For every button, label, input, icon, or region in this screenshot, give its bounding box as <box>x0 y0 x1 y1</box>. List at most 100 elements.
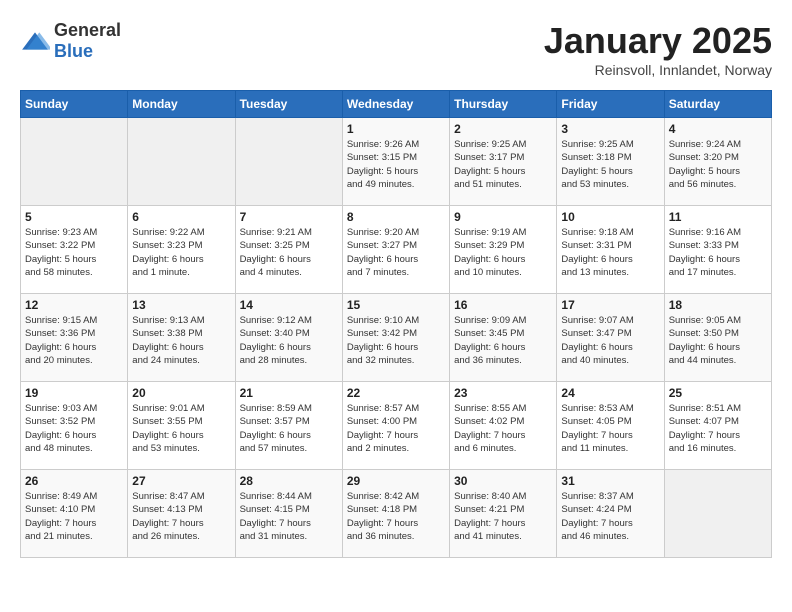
calendar-cell: 11 Sunrise: 9:16 AM Sunset: 3:33 PM Dayli… <box>664 206 771 294</box>
cell-content: Sunrise: 9:20 AM Sunset: 3:27 PM Dayligh… <box>347 226 445 279</box>
calendar-cell: 24Sunrise: 8:53 AM Sunset: 4:05 PM Dayli… <box>557 382 664 470</box>
day-number: 9 <box>454 210 552 224</box>
day-number: 20 <box>132 386 230 400</box>
day-number: 24 <box>561 386 659 400</box>
weekday-header-sunday: Sunday <box>21 91 128 118</box>
calendar-cell: 20 Sunrise: 9:01 AM Sunset: 3:55 PM Dayli… <box>128 382 235 470</box>
weekday-header-row: SundayMondayTuesdayWednesdayThursdayFrid… <box>21 91 772 118</box>
day-number: 31 <box>561 474 659 488</box>
cell-content: Sunrise: 9:26 AM Sunset: 3:15 PM Dayligh… <box>347 138 445 191</box>
cell-content: Sunrise: 9:15 AM Sunset: 3:36 PM Dayligh… <box>25 314 123 367</box>
cell-content: Sunrise: 9:09 AM Sunset: 3:45 PM Dayligh… <box>454 314 552 367</box>
cell-content: Sunrise: 9:24 AM Sunset: 3:20 PM Dayligh… <box>669 138 767 191</box>
cell-content: Sunrise: 8:59 AM Sunset: 3:57 PM Dayligh… <box>240 402 338 455</box>
calendar-cell: 8 Sunrise: 9:20 AM Sunset: 3:27 PM Daylig… <box>342 206 449 294</box>
cell-content: Sunrise: 9:16 AM Sunset: 3:33 PM Dayligh… <box>669 226 767 279</box>
day-number: 11 <box>669 210 767 224</box>
calendar-cell: 27 Sunrise: 8:47 AM Sunset: 4:13 PM Dayli… <box>128 470 235 558</box>
logo-general: General <box>54 20 121 40</box>
day-number: 6 <box>132 210 230 224</box>
day-number: 14 <box>240 298 338 312</box>
cell-content: Sunrise: 9:12 AM Sunset: 3:40 PM Dayligh… <box>240 314 338 367</box>
calendar-cell: 31 Sunrise: 8:37 AM Sunset: 4:24 PM Dayli… <box>557 470 664 558</box>
calendar-cell: 12 Sunrise: 9:15 AM Sunset: 3:36 PM Dayli… <box>21 294 128 382</box>
weekday-header-wednesday: Wednesday <box>342 91 449 118</box>
calendar-cell: 19 Sunrise: 9:03 AM Sunset: 3:52 PM Dayli… <box>21 382 128 470</box>
calendar-cell: 6 Sunrise: 9:22 AM Sunset: 3:23 PM Daylig… <box>128 206 235 294</box>
day-number: 4 <box>669 122 767 136</box>
cell-content: Sunrise: 9:25 AM Sunset: 3:18 PM Dayligh… <box>561 138 659 191</box>
logo-icon <box>20 31 50 51</box>
calendar-cell: 9 Sunrise: 9:19 AM Sunset: 3:29 PM Daylig… <box>450 206 557 294</box>
month-title: January 2025 <box>544 20 772 62</box>
calendar-table: SundayMondayTuesdayWednesdayThursdayFrid… <box>20 90 772 558</box>
cell-content: Sunrise: 9:23 AM Sunset: 3:22 PM Dayligh… <box>25 226 123 279</box>
calendar-cell <box>664 470 771 558</box>
day-number: 8 <box>347 210 445 224</box>
calendar-cell: 29Sunrise: 8:42 AM Sunset: 4:18 PM Dayli… <box>342 470 449 558</box>
day-number: 16 <box>454 298 552 312</box>
calendar-cell: 7Sunrise: 9:21 AM Sunset: 3:25 PM Daylig… <box>235 206 342 294</box>
day-number: 19 <box>25 386 123 400</box>
calendar-cell: 2Sunrise: 9:25 AM Sunset: 3:17 PM Daylig… <box>450 118 557 206</box>
day-number: 15 <box>347 298 445 312</box>
calendar-cell <box>128 118 235 206</box>
day-number: 27 <box>132 474 230 488</box>
calendar-cell: 1 Sunrise: 9:26 AM Sunset: 3:15 PM Daylig… <box>342 118 449 206</box>
logo: General Blue <box>20 20 121 62</box>
day-number: 23 <box>454 386 552 400</box>
day-number: 10 <box>561 210 659 224</box>
cell-content: Sunrise: 9:03 AM Sunset: 3:52 PM Dayligh… <box>25 402 123 455</box>
cell-content: Sunrise: 9:13 AM Sunset: 3:38 PM Dayligh… <box>132 314 230 367</box>
calendar-cell: 15 Sunrise: 9:10 AM Sunset: 3:42 PM Dayli… <box>342 294 449 382</box>
day-number: 30 <box>454 474 552 488</box>
calendar-cell: 3Sunrise: 9:25 AM Sunset: 3:18 PM Daylig… <box>557 118 664 206</box>
cell-content: Sunrise: 9:01 AM Sunset: 3:55 PM Dayligh… <box>132 402 230 455</box>
weekday-header-friday: Friday <box>557 91 664 118</box>
calendar-cell: 17 Sunrise: 9:07 AM Sunset: 3:47 PM Dayli… <box>557 294 664 382</box>
day-number: 12 <box>25 298 123 312</box>
cell-content: Sunrise: 8:44 AM Sunset: 4:15 PM Dayligh… <box>240 490 338 543</box>
cell-content: Sunrise: 8:51 AM Sunset: 4:07 PM Dayligh… <box>669 402 767 455</box>
day-number: 5 <box>25 210 123 224</box>
calendar-cell: 30Sunrise: 8:40 AM Sunset: 4:21 PM Dayli… <box>450 470 557 558</box>
weekday-header-thursday: Thursday <box>450 91 557 118</box>
calendar-week-4: 19 Sunrise: 9:03 AM Sunset: 3:52 PM Dayli… <box>21 382 772 470</box>
cell-content: Sunrise: 9:19 AM Sunset: 3:29 PM Dayligh… <box>454 226 552 279</box>
calendar-week-2: 5 Sunrise: 9:23 AM Sunset: 3:22 PM Daylig… <box>21 206 772 294</box>
day-number: 1 <box>347 122 445 136</box>
cell-content: Sunrise: 8:49 AM Sunset: 4:10 PM Dayligh… <box>25 490 123 543</box>
title-area: January 2025 Reinsvoll, Innlandet, Norwa… <box>544 20 772 78</box>
cell-content: Sunrise: 9:10 AM Sunset: 3:42 PM Dayligh… <box>347 314 445 367</box>
calendar-cell: 5 Sunrise: 9:23 AM Sunset: 3:22 PM Daylig… <box>21 206 128 294</box>
day-number: 28 <box>240 474 338 488</box>
cell-content: Sunrise: 8:42 AM Sunset: 4:18 PM Dayligh… <box>347 490 445 543</box>
calendar-cell: 26Sunrise: 8:49 AM Sunset: 4:10 PM Dayli… <box>21 470 128 558</box>
day-number: 17 <box>561 298 659 312</box>
calendar-cell: 22Sunrise: 8:57 AM Sunset: 4:00 PM Dayli… <box>342 382 449 470</box>
cell-content: Sunrise: 9:05 AM Sunset: 3:50 PM Dayligh… <box>669 314 767 367</box>
calendar-cell: 25 Sunrise: 8:51 AM Sunset: 4:07 PM Dayli… <box>664 382 771 470</box>
cell-content: Sunrise: 9:18 AM Sunset: 3:31 PM Dayligh… <box>561 226 659 279</box>
calendar-cell: 13 Sunrise: 9:13 AM Sunset: 3:38 PM Dayli… <box>128 294 235 382</box>
weekday-header-saturday: Saturday <box>664 91 771 118</box>
header-area: General Blue January 2025 Reinsvoll, Inn… <box>20 20 772 78</box>
cell-content: Sunrise: 9:22 AM Sunset: 3:23 PM Dayligh… <box>132 226 230 279</box>
day-number: 13 <box>132 298 230 312</box>
cell-content: Sunrise: 8:37 AM Sunset: 4:24 PM Dayligh… <box>561 490 659 543</box>
calendar-week-3: 12 Sunrise: 9:15 AM Sunset: 3:36 PM Dayli… <box>21 294 772 382</box>
calendar-cell: 10 Sunrise: 9:18 AM Sunset: 3:31 PM Dayli… <box>557 206 664 294</box>
weekday-header-monday: Monday <box>128 91 235 118</box>
subtitle: Reinsvoll, Innlandet, Norway <box>544 62 772 78</box>
cell-content: Sunrise: 8:55 AM Sunset: 4:02 PM Dayligh… <box>454 402 552 455</box>
calendar-cell: 14 Sunrise: 9:12 AM Sunset: 3:40 PM Dayli… <box>235 294 342 382</box>
day-number: 2 <box>454 122 552 136</box>
calendar-cell: 16 Sunrise: 9:09 AM Sunset: 3:45 PM Dayli… <box>450 294 557 382</box>
cell-content: Sunrise: 9:21 AM Sunset: 3:25 PM Dayligh… <box>240 226 338 279</box>
weekday-header-tuesday: Tuesday <box>235 91 342 118</box>
calendar-cell <box>235 118 342 206</box>
cell-content: Sunrise: 9:07 AM Sunset: 3:47 PM Dayligh… <box>561 314 659 367</box>
cell-content: Sunrise: 8:47 AM Sunset: 4:13 PM Dayligh… <box>132 490 230 543</box>
day-number: 25 <box>669 386 767 400</box>
calendar-cell: 18Sunrise: 9:05 AM Sunset: 3:50 PM Dayli… <box>664 294 771 382</box>
